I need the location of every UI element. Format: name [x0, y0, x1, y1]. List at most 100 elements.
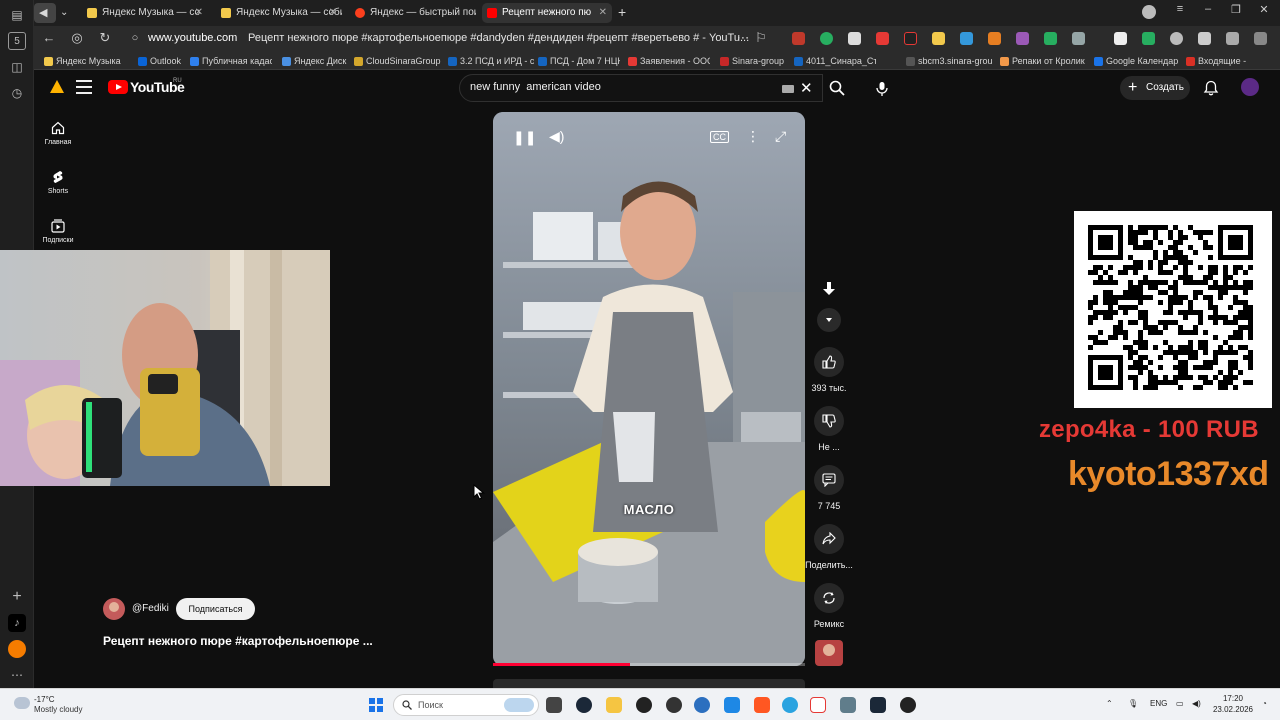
like-button[interactable]: 393 тыс.: [805, 347, 853, 393]
tabs-panel-icon[interactable]: ▤: [8, 6, 26, 24]
bookmark-item[interactable]: Outlook: [138, 54, 190, 68]
extension-icon[interactable]: [1170, 32, 1183, 45]
nav-shorts[interactable]: Shorts: [38, 170, 78, 195]
extension-icon[interactable]: [1044, 32, 1057, 45]
close-icon[interactable]: ✕: [599, 3, 607, 23]
extension-icon[interactable]: [988, 32, 1001, 45]
bookmark-item[interactable]: ПСД - Дом 7 НЦК: [538, 54, 620, 68]
nav-subscriptions[interactable]: Подписки: [38, 219, 78, 244]
steam-icon[interactable]: [576, 697, 592, 713]
extension-icon[interactable]: [848, 32, 861, 45]
calculator-icon[interactable]: [840, 697, 856, 713]
yandex-browser-icon[interactable]: [810, 697, 826, 713]
next-video-peek[interactable]: [493, 679, 805, 688]
youtube-logo-icon[interactable]: [108, 80, 128, 94]
extension-icon[interactable]: [1114, 32, 1127, 45]
search-button[interactable]: [823, 74, 851, 102]
nav-home[interactable]: Главная: [38, 121, 78, 146]
dislike-button[interactable]: Не ...: [805, 406, 853, 452]
remix-button[interactable]: Ремикс: [805, 583, 853, 629]
file-explorer-icon[interactable]: [606, 697, 622, 713]
download-icon[interactable]: [1254, 32, 1267, 45]
bookmark-item[interactable]: 4011_Синара_Ст: [794, 54, 876, 68]
shorts-video-player[interactable]: [493, 112, 805, 666]
bookmark-item[interactable]: sbcm3.sinara-grou: [906, 54, 994, 68]
language-indicator[interactable]: ENG: [1150, 699, 1167, 708]
bookmark-icon[interactable]: ⚐: [752, 30, 770, 46]
tab-yandex-music-1[interactable]: Яндекс Музыка — со ✕: [82, 3, 208, 23]
extension-icon[interactable]: [792, 32, 805, 45]
ok-icon[interactable]: [8, 640, 26, 658]
menu-icon[interactable]: ≡: [1170, 3, 1190, 15]
extension-icon[interactable]: [1072, 32, 1085, 45]
tab-list-chevron-icon[interactable]: ⌄: [60, 3, 74, 23]
app-icon[interactable]: [900, 697, 916, 713]
comments-button[interactable]: 7 745: [805, 465, 853, 511]
maximize-icon[interactable]: ❐: [1226, 3, 1246, 16]
reload-icon[interactable]: ↻: [96, 30, 114, 46]
tray-expand-icon[interactable]: ⌃: [1106, 699, 1113, 708]
history-icon[interactable]: ◷: [8, 84, 26, 102]
bookmark-item[interactable]: Заявления - ООО: [628, 54, 710, 68]
captions-icon[interactable]: CC: [710, 131, 729, 143]
start-button-icon[interactable]: [369, 698, 383, 712]
collections-icon[interactable]: ◫: [8, 58, 26, 76]
close-window-icon[interactable]: ✕: [1254, 3, 1274, 16]
back-icon[interactable]: ←: [40, 30, 58, 45]
app-icon[interactable]: [694, 697, 710, 713]
steam-icon[interactable]: [870, 697, 886, 713]
keyboard-icon[interactable]: [782, 85, 794, 93]
close-icon[interactable]: ✕: [329, 3, 337, 23]
extension-icon[interactable]: [932, 32, 945, 45]
weather-temperature[interactable]: -17°C: [34, 695, 55, 704]
extension-icon[interactable]: [1142, 32, 1155, 45]
extension-icon[interactable]: [904, 32, 917, 45]
close-icon[interactable]: ✕: [195, 3, 203, 23]
tab-yandex-search[interactable]: Яндекс — быстрый поис: [350, 3, 476, 23]
extension-icon[interactable]: [1016, 32, 1029, 45]
site-info-icon[interactable]: ○: [126, 32, 144, 44]
app-icon[interactable]: [754, 697, 770, 713]
subscribe-button[interactable]: Подписаться: [176, 598, 255, 620]
hamburger-menu-icon[interactable]: [76, 80, 92, 94]
volume-icon[interactable]: ◀): [549, 128, 564, 145]
tab-youtube-active[interactable]: Рецепт нежного пю ✕: [482, 3, 612, 23]
task-view-icon[interactable]: [546, 697, 562, 713]
next-short-button[interactable]: [805, 274, 853, 310]
workspace-badge[interactable]: 5: [8, 32, 26, 50]
channel-avatar[interactable]: [103, 598, 125, 620]
search-input[interactable]: [470, 81, 770, 93]
create-button[interactable]: + Создать: [1120, 76, 1190, 100]
sound-toggle-icon[interactable]: ◀: [34, 3, 56, 23]
pause-icon[interactable]: ❚❚: [513, 129, 536, 146]
collapse-button[interactable]: [805, 308, 853, 338]
bookmark-item[interactable]: Публичная кадас: [190, 54, 272, 68]
new-tab-button[interactable]: +: [618, 3, 634, 23]
security-icon[interactable]: [724, 697, 740, 713]
bookmark-item[interactable]: 3.2 ПСД и ИРД - с: [448, 54, 534, 68]
notifications-bell-icon[interactable]: [1203, 80, 1219, 96]
more-options-icon[interactable]: ⋮: [746, 128, 760, 145]
extension-icon[interactable]: [960, 32, 973, 45]
notification-center-icon[interactable]: ◔: [1262, 699, 1267, 708]
video-title[interactable]: Рецепт нежного пюре #картофельноепюре ..…: [103, 634, 373, 648]
bookmark-item[interactable]: Яндекс Диск: [282, 54, 352, 68]
minimize-icon[interactable]: –: [1198, 3, 1218, 15]
volume-tray-icon[interactable]: ◀): [1192, 699, 1201, 708]
channel-name[interactable]: @Fediki: [132, 603, 169, 614]
network-icon[interactable]: ▭: [1176, 699, 1184, 708]
app-icon[interactable]: [636, 697, 652, 713]
microphone-tray-icon[interactable]: 🎙: [1128, 699, 1138, 708]
sound-thumbnail[interactable]: [815, 640, 843, 666]
warning-icon[interactable]: [50, 80, 64, 93]
voice-search-button[interactable]: [870, 76, 894, 100]
tab-yandex-music-2[interactable]: Яндекс Музыка — собир ✕: [216, 3, 342, 23]
more-options-icon[interactable]: ⋯: [734, 30, 752, 46]
extension-icon[interactable]: [1198, 32, 1211, 45]
weather-cloud-icon[interactable]: [14, 697, 30, 709]
telegram-icon[interactable]: [782, 697, 798, 713]
extension-icon[interactable]: [876, 32, 889, 45]
account-avatar[interactable]: [1241, 78, 1259, 96]
bookmark-item[interactable]: Входящие -: [1186, 54, 1270, 68]
obs-icon[interactable]: [666, 697, 682, 713]
